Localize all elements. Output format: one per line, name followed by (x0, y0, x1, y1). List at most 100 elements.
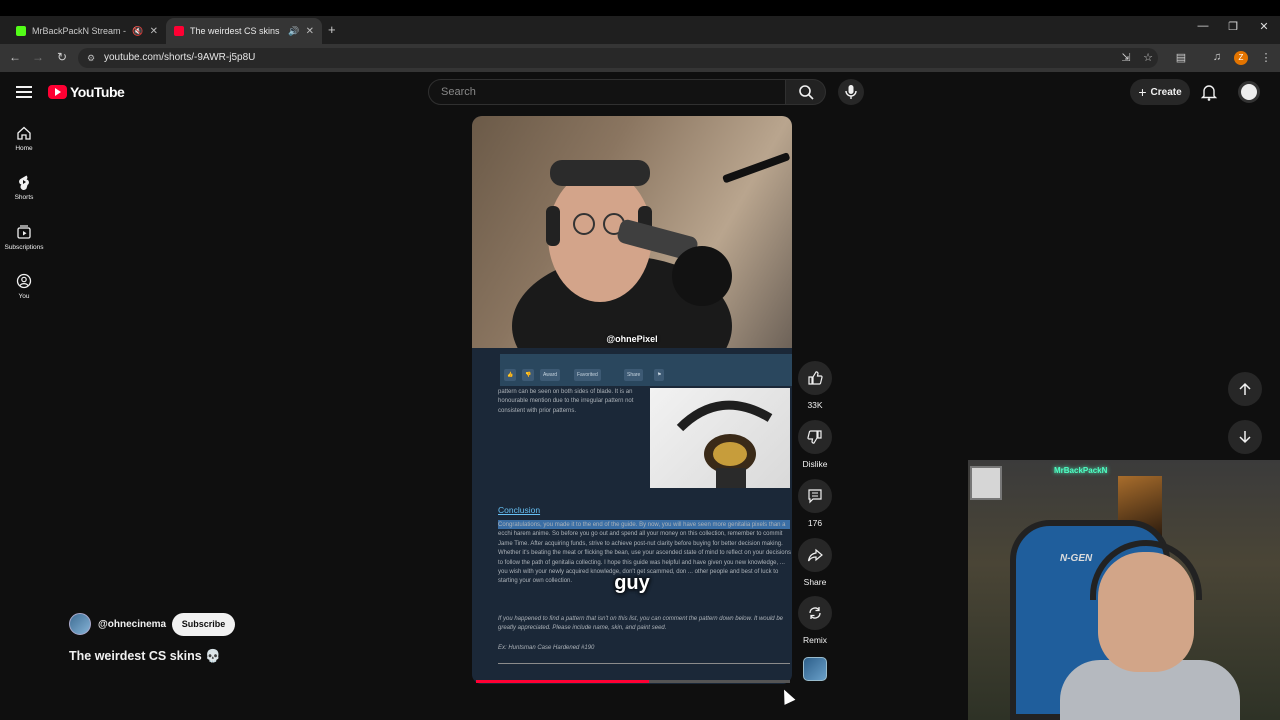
wall-frame (970, 466, 1002, 500)
steam-guide-screenshot: 👍 👎 Award Favorited Share ⚑ pattern can … (472, 348, 792, 684)
video-caption: guy (614, 572, 650, 594)
streamer-silhouette (512, 152, 790, 396)
comments-button[interactable]: 176 (796, 479, 834, 528)
shorts-video-player[interactable]: @ohnePixel 👍 👎 Award Favorited Share ⚑ p… (472, 116, 792, 684)
kick-favicon-icon (16, 26, 26, 36)
hamburger-menu-icon[interactable] (16, 84, 32, 100)
youtube-play-icon (48, 85, 67, 99)
voice-search-button[interactable] (838, 79, 864, 105)
subscribe-button[interactable]: Subscribe (172, 613, 235, 636)
steam-conclusion-heading: Conclusion (498, 505, 541, 515)
video-progress-bar[interactable] (476, 680, 790, 683)
search-button[interactable] (786, 79, 826, 105)
video-overlay-handle: @ohnePixel (606, 334, 658, 344)
sidebar-item-shorts[interactable]: Shorts (0, 174, 48, 201)
reload-icon[interactable]: ↻ (54, 50, 70, 64)
channel-name[interactable]: @ohnecinema (98, 619, 166, 630)
restore-icon[interactable]: ❐ (1218, 20, 1248, 33)
chair-brand-text: N-GEN (1060, 553, 1093, 564)
remix-icon (809, 607, 821, 619)
share-button[interactable]: Share (796, 538, 834, 587)
install-app-icon[interactable]: ⇲ (1119, 51, 1133, 64)
you-icon (16, 273, 32, 289)
close-tab-icon[interactable]: ✕ (150, 26, 158, 37)
sidebar-item-you[interactable]: You (0, 273, 48, 300)
next-short-button[interactable] (1228, 420, 1262, 454)
account-avatar[interactable] (1238, 81, 1260, 103)
dislike-label: Dislike (802, 459, 828, 469)
progress-fill (476, 680, 649, 683)
create-label: Create (1150, 86, 1182, 98)
sidebar-item-label: Home (15, 145, 33, 152)
steam-example-text: Ex: Huntsman Case Hardened #190 (498, 645, 595, 651)
channel-thumbnail[interactable] (803, 657, 827, 681)
tab-title: The weirdest CS skins 💀 - (190, 25, 282, 36)
remix-button[interactable]: Remix (796, 596, 834, 645)
home-icon (17, 126, 31, 140)
youtube-logo[interactable]: YouTube (48, 84, 125, 100)
sidebar-item-home[interactable]: Home (0, 125, 48, 152)
media-control-icon[interactable]: ♫ (1210, 51, 1224, 63)
streamer-camera-feed (472, 116, 792, 396)
knife-skin-drawing (676, 400, 773, 488)
channel-avatar[interactable] (69, 613, 91, 635)
close-tab-icon[interactable]: ✕ (306, 26, 314, 37)
plus-icon: + (1138, 84, 1147, 100)
steam-award-button: Award (540, 369, 561, 381)
previous-short-button[interactable] (1228, 372, 1262, 406)
search-input[interactable]: Search (428, 79, 786, 105)
arrow-up-icon (1239, 382, 1251, 395)
window-titlebar (0, 0, 1280, 16)
microphone-icon (845, 85, 857, 99)
shorts-icon (19, 175, 29, 190)
knife-skin-image (650, 388, 790, 488)
sidebar-item-label: Subscriptions (4, 244, 44, 251)
like-count: 33K (807, 400, 823, 410)
thumbs-up-icon: 👍 (504, 369, 517, 381)
steam-divider (498, 663, 790, 664)
audio-icon[interactable]: 🔊 (288, 26, 299, 37)
like-button[interactable]: 33K (796, 361, 834, 410)
subscriptions-icon (17, 225, 31, 239)
new-tab-button[interactable]: + (328, 22, 336, 37)
dislike-button[interactable]: Dislike (796, 420, 834, 469)
sidebar-item-label: Shorts (14, 194, 34, 201)
steam-share-button: Share (624, 369, 644, 381)
tab-title: MrBackPackN Stream - Wa (32, 26, 127, 36)
tab-strip: MrBackPackN Stream - Wa 🔇 ✕ The weirdest… (0, 16, 1280, 44)
steam-favorited-button: Favorited (574, 369, 601, 381)
site-info-icon[interactable]: ⚙ (87, 48, 95, 68)
remix-label: Remix (802, 635, 828, 645)
comment-count: 176 (807, 518, 823, 528)
youtube-favicon-icon (174, 26, 184, 36)
video-title[interactable]: The weirdest CS skins 💀 (69, 649, 221, 664)
flag-icon: ⚑ (654, 369, 665, 381)
notifications-bell-icon[interactable] (1200, 83, 1218, 101)
neon-sign: MrBackPackN (1054, 466, 1108, 475)
back-icon[interactable]: ← (7, 50, 23, 64)
logo-text: YouTube (70, 84, 125, 100)
steam-footnote-text: If you happened to find a pattern that i… (498, 616, 783, 632)
url-text: youtube.com/shorts/-9AWR-j5p8U (104, 52, 256, 63)
extensions-icon[interactable]: ▤ (1174, 51, 1188, 64)
bookmark-star-icon[interactable]: ☆ (1141, 51, 1155, 64)
search-icon (799, 85, 814, 100)
comment-icon (808, 489, 822, 504)
share-label: Share (803, 577, 827, 587)
profile-avatar[interactable]: Z (1234, 51, 1248, 65)
tab-stream[interactable]: MrBackPackN Stream - Wa 🔇 ✕ (8, 18, 166, 44)
create-button[interactable]: + Create (1130, 79, 1190, 105)
tab-youtube[interactable]: The weirdest CS skins 💀 - 🔊 ✕ (166, 18, 322, 44)
minimize-icon[interactable]: — (1188, 20, 1218, 32)
forward-icon[interactable]: → (30, 50, 46, 64)
mouse-cursor-icon (778, 687, 796, 705)
address-bar[interactable]: ⚙ youtube.com/shorts/-9AWR-j5p8U (78, 48, 1158, 68)
browser-menu-icon[interactable]: ⋮ (1259, 51, 1273, 64)
thumbs-up-icon (808, 371, 823, 385)
thumbs-down-icon (807, 430, 822, 444)
mute-icon[interactable]: 🔇 (132, 26, 143, 37)
sidebar-item-label: You (18, 293, 30, 300)
sidebar-item-subscriptions[interactable]: Subscriptions (0, 224, 48, 251)
close-window-icon[interactable]: ✕ (1249, 20, 1279, 33)
arrow-down-icon (1239, 431, 1251, 444)
